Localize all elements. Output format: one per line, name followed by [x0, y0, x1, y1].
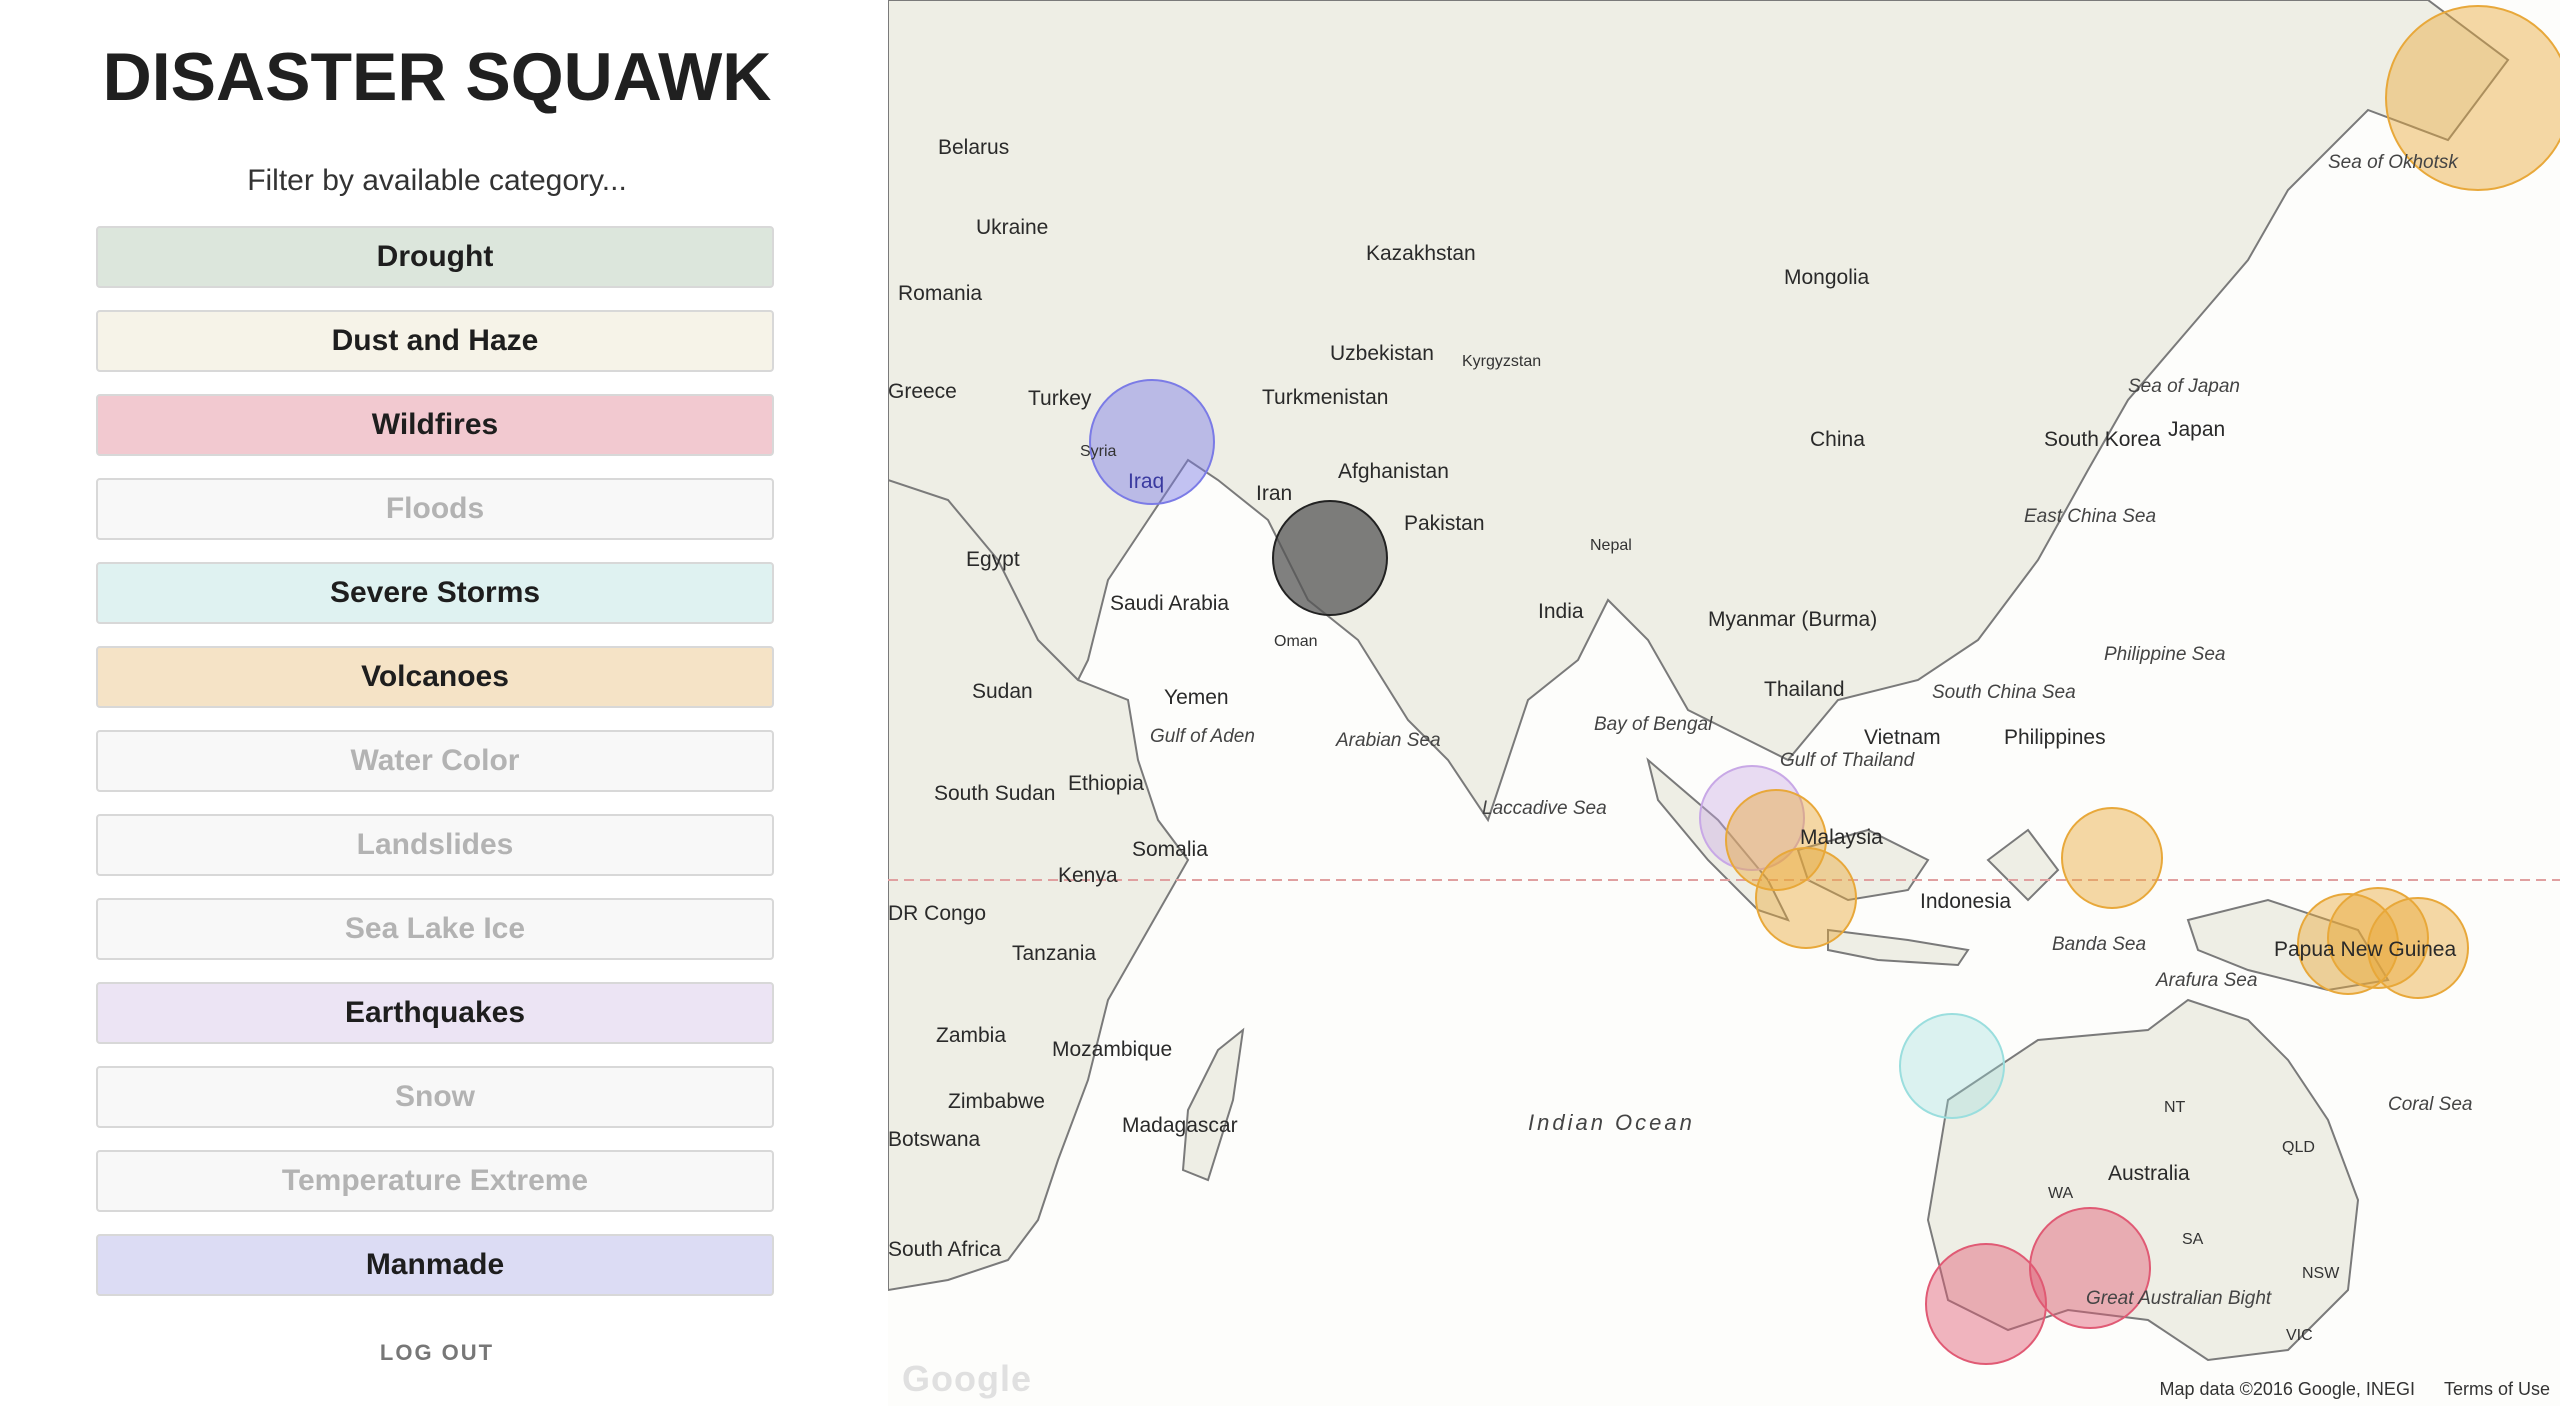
label-arabian-sea: Arabian Sea — [1335, 730, 1441, 751]
label-china: China — [1810, 428, 1865, 451]
label-indian-ocean: Indian Ocean — [1528, 1110, 1695, 1135]
label-mozambique: Mozambique — [1052, 1038, 1172, 1061]
label-myanmar: Myanmar (Burma) — [1708, 608, 1877, 631]
label-australia: Australia — [2108, 1162, 2190, 1185]
label-sea-of-okhotsk: Sea of Okhotsk — [2328, 152, 2459, 173]
event-marker-wildfire[interactable] — [2029, 1207, 2151, 1329]
label-japan: Japan — [2168, 418, 2225, 441]
category-button-floods[interactable]: Floods — [96, 478, 774, 540]
label-east-china-sea: East China Sea — [2024, 506, 2156, 527]
label-ukraine: Ukraine — [976, 216, 1048, 239]
label-afghanistan: Afghanistan — [1338, 460, 1449, 483]
label-gulf-of-thailand: Gulf of Thailand — [1780, 750, 1916, 771]
label-sudan: Sudan — [972, 680, 1033, 703]
label-thailand: Thailand — [1764, 678, 1845, 701]
label-south-korea: South Korea — [2044, 428, 2161, 451]
label-kenya: Kenya — [1058, 864, 1118, 887]
filter-prompt: Filter by available category... — [247, 164, 627, 197]
label-bay-of-bengal: Bay of Bengal — [1594, 714, 1713, 735]
label-vietnam: Vietnam — [1864, 726, 1941, 749]
label-iran: Iran — [1256, 482, 1292, 505]
app-title: DISASTER SQUAWK — [102, 39, 772, 115]
event-marker-wildfire[interactable] — [1925, 1243, 2047, 1365]
label-papua-new-guinea: Papua New Guinea — [2274, 938, 2456, 961]
label-south-sudan: South Sudan — [934, 782, 1055, 805]
label-banda-sea: Banda Sea — [2052, 934, 2146, 955]
label-philippine-sea: Philippine Sea — [2104, 644, 2225, 665]
label-india: India — [1538, 600, 1584, 623]
map-attribution: Map data ©2016 Google, INEGI Terms of Us… — [2136, 1379, 2550, 1400]
label-nsw: NSW — [2302, 1265, 2340, 1282]
category-button-manmade[interactable]: Manmade — [96, 1234, 774, 1296]
label-qld: QLD — [2282, 1139, 2315, 1156]
label-kazakhstan: Kazakhstan — [1366, 242, 1476, 265]
label-oman: Oman — [1274, 633, 1318, 650]
label-yemen: Yemen — [1164, 686, 1229, 709]
category-button-water-color[interactable]: Water Color — [96, 730, 774, 792]
sidebar: DISASTER SQUAWK Filter by available cate… — [0, 0, 888, 1406]
event-marker-volcano[interactable] — [2061, 807, 2163, 909]
label-uzbekistan: Uzbekistan — [1330, 342, 1434, 365]
label-nt: NT — [2164, 1099, 2186, 1116]
land — [888, 0, 2510, 1362]
label-dr-congo: DR Congo — [888, 902, 986, 925]
label-indonesia: Indonesia — [1920, 890, 2011, 913]
event-marker-storm[interactable] — [1899, 1013, 2005, 1119]
label-philippines: Philippines — [2004, 726, 2106, 749]
label-saudi-arabia: Saudi Arabia — [1110, 592, 1229, 615]
label-kyrgyzstan: Kyrgyzstan — [1462, 353, 1541, 370]
map[interactable]: Belarus Ukraine Romania Greece Turkey Sy… — [888, 0, 2560, 1406]
label-south-africa: South Africa — [888, 1238, 1002, 1261]
label-coral-sea: Coral Sea — [2388, 1094, 2473, 1115]
label-sea-of-japan: Sea of Japan — [2128, 376, 2240, 397]
category-button-temperature-extreme[interactable]: Temperature Extreme — [96, 1150, 774, 1212]
label-turkey: Turkey — [1028, 387, 1092, 410]
category-button-wildfires[interactable]: Wildfires — [96, 394, 774, 456]
label-egypt: Egypt — [966, 548, 1020, 571]
category-button-severe-storms[interactable]: Severe Storms — [96, 562, 774, 624]
terms-of-use-link[interactable]: Terms of Use — [2444, 1379, 2550, 1399]
label-belarus: Belarus — [938, 136, 1009, 159]
label-syria: Syria — [1080, 443, 1117, 460]
label-sa: SA — [2182, 1231, 2204, 1248]
category-button-dust-and-haze[interactable]: Dust and Haze — [96, 310, 774, 372]
logout-button[interactable]: LOG OUT — [0, 1340, 874, 1366]
label-madagascar: Madagascar — [1122, 1114, 1238, 1137]
label-turkmenistan: Turkmenistan — [1262, 386, 1388, 409]
category-button-snow[interactable]: Snow — [96, 1066, 774, 1128]
event-marker-volcano[interactable] — [1755, 847, 1857, 949]
category-button-sea-lake-ice[interactable]: Sea Lake Ice — [96, 898, 774, 960]
label-vic: VIC — [2286, 1327, 2313, 1344]
label-nepal: Nepal — [1590, 537, 1632, 554]
label-greece: Greece — [888, 380, 957, 403]
label-mongolia: Mongolia — [1784, 266, 1870, 289]
label-gulf-of-aden: Gulf of Aden — [1150, 726, 1255, 747]
label-pakistan: Pakistan — [1404, 512, 1485, 535]
category-button-drought[interactable]: Drought — [96, 226, 774, 288]
label-iraq: Iraq — [1128, 470, 1164, 493]
label-malaysia: Malaysia — [1800, 826, 1883, 849]
label-wa: WA — [2048, 1185, 2074, 1202]
label-zambia: Zambia — [936, 1024, 1006, 1047]
label-ethiopia: Ethiopia — [1068, 772, 1144, 795]
map-canvas[interactable]: Belarus Ukraine Romania Greece Turkey Sy… — [888, 0, 2560, 1406]
map-attribution-text: Map data ©2016 Google, INEGI — [2159, 1379, 2415, 1399]
event-marker-dust[interactable] — [1272, 500, 1388, 616]
label-laccadive-sea: Laccadive Sea — [1482, 798, 1607, 819]
label-botswana: Botswana — [888, 1128, 981, 1151]
label-south-china-sea: South China Sea — [1932, 682, 2076, 703]
label-arafura-sea: Arafura Sea — [2155, 970, 2257, 991]
label-somalia: Somalia — [1132, 838, 1208, 861]
google-logo: Google — [902, 1358, 1032, 1399]
label-great-australian-bight: Great Australian Bight — [2086, 1288, 2272, 1309]
category-button-landslides[interactable]: Landslides — [96, 814, 774, 876]
label-zimbabwe: Zimbabwe — [948, 1090, 1045, 1113]
label-tanzania: Tanzania — [1012, 942, 1096, 965]
label-romania: Romania — [898, 282, 982, 305]
category-button-volcanoes[interactable]: Volcanoes — [96, 646, 774, 708]
category-button-earthquakes[interactable]: Earthquakes — [96, 982, 774, 1044]
